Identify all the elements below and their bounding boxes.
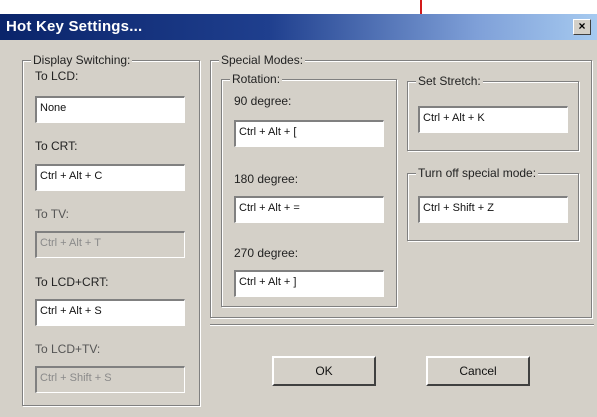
turn-off-special-mode-group: Turn off special mode: Ctrl + Shift + Z — [407, 166, 579, 241]
to-crt-label: To CRT: — [35, 139, 78, 153]
rotation-90-label: 90 degree: — [234, 94, 292, 108]
set-stretch-field[interactable]: Ctrl + Alt + K — [418, 106, 568, 133]
divider — [210, 324, 594, 326]
rotation-270-field[interactable]: Ctrl + Alt + ] — [234, 270, 384, 297]
to-lcd-tv-label: To LCD+TV: — [35, 342, 101, 356]
rotation-270-label: 270 degree: — [234, 246, 299, 260]
rotation-group: Rotation: 90 degree: Ctrl + Alt + [ 180 … — [221, 72, 397, 307]
to-crt-field[interactable]: Ctrl + Alt + C — [35, 164, 185, 191]
special-modes-legend: Special Modes: — [219, 53, 306, 67]
to-lcd-field[interactable]: None — [35, 96, 185, 123]
red-marker — [420, 0, 422, 14]
ok-button[interactable]: OK — [272, 356, 376, 386]
to-lcd-label: To LCD: — [35, 69, 79, 83]
to-lcd-crt-field[interactable]: Ctrl + Alt + S — [35, 299, 185, 326]
to-lcd-tv-field: Ctrl + Shift + S — [35, 366, 185, 393]
rotation-180-field[interactable]: Ctrl + Alt + = — [234, 196, 384, 223]
title-bar[interactable]: Hot Key Settings... × — [0, 14, 597, 40]
close-icon[interactable]: × — [573, 19, 591, 35]
turn-off-special-mode-legend: Turn off special mode: — [416, 166, 539, 180]
special-modes-group: Special Modes: Rotation: 90 degree: Ctrl… — [210, 53, 592, 318]
display-switching-group: Display Switching: To LCD: None To CRT: … — [22, 53, 200, 406]
rotation-180-label: 180 degree: — [234, 172, 299, 186]
display-switching-legend: Display Switching: — [31, 53, 133, 67]
hot-key-settings-dialog: Hot Key Settings... × Display Switching:… — [0, 14, 597, 417]
set-stretch-group: Set Stretch: Ctrl + Alt + K — [407, 74, 579, 151]
to-lcd-crt-label: To LCD+CRT: — [35, 275, 109, 289]
turn-off-special-mode-field[interactable]: Ctrl + Shift + Z — [418, 196, 568, 223]
window-title: Hot Key Settings... — [6, 18, 143, 35]
rotation-90-field[interactable]: Ctrl + Alt + [ — [234, 120, 384, 147]
cancel-button[interactable]: Cancel — [426, 356, 530, 386]
to-tv-label: To TV: — [35, 207, 70, 221]
to-tv-field: Ctrl + Alt + T — [35, 231, 185, 258]
rotation-legend: Rotation: — [230, 72, 283, 86]
set-stretch-legend: Set Stretch: — [416, 74, 483, 88]
